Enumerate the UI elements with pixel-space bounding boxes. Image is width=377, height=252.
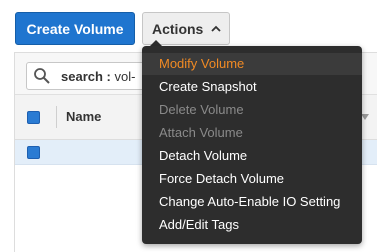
row-checkbox[interactable] — [27, 146, 40, 159]
search-icon — [34, 68, 50, 84]
menu-item-attach-volume: Attach Volume — [159, 125, 243, 140]
search-token: search : vol- — [61, 69, 135, 84]
chevron-up-icon — [211, 25, 221, 32]
column-header-name[interactable]: Name — [66, 109, 101, 124]
select-all-checkbox[interactable] — [27, 111, 40, 124]
sort-caret-icon[interactable] — [361, 114, 369, 120]
search-value: vol- — [114, 69, 136, 84]
search-input[interactable]: search : vol- — [26, 62, 156, 90]
menu-item-change-auto-enable-io[interactable]: Change Auto-Enable IO Setting — [142, 191, 362, 213]
create-volume-button[interactable]: Create Volume — [15, 12, 135, 45]
menu-item-detach-volume[interactable]: Detach Volume — [142, 145, 362, 167]
menu-item-create-snapshot[interactable]: Create Snapshot — [142, 76, 362, 98]
actions-label: Actions — [152, 20, 204, 37]
menu-item-force-detach-volume[interactable]: Force Detach Volume — [142, 168, 362, 190]
search-key: search : — [61, 69, 111, 84]
create-volume-label: Create Volume — [26, 20, 124, 37]
actions-dropdown-menu: Modify Volume Create Snapshot Delete Vol… — [142, 46, 362, 244]
menu-item-delete-volume: Delete Volume — [159, 102, 244, 117]
menu-item-add-edit-tags[interactable]: Add/Edit Tags — [142, 214, 362, 236]
column-divider — [56, 106, 57, 128]
menu-item-modify-volume[interactable]: Modify Volume — [142, 53, 362, 75]
